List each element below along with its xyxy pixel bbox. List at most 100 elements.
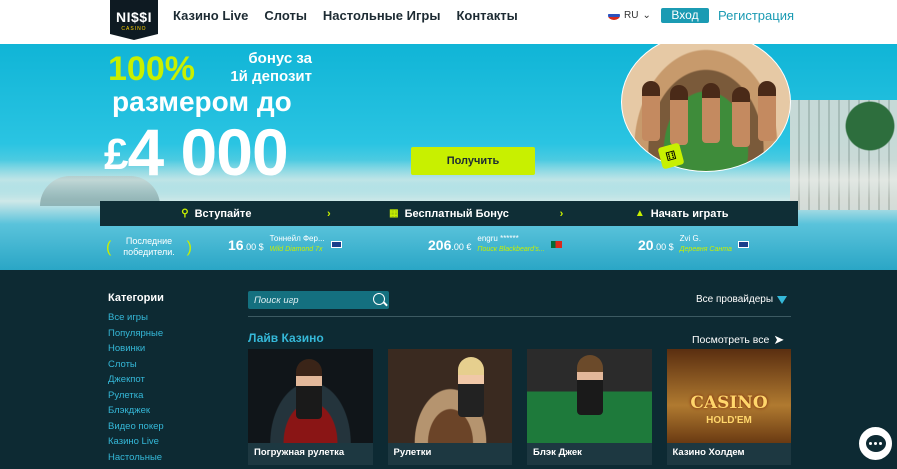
winner-info: engru ****** Поиск Blackbeard's... [477,234,544,255]
language-code: RU [624,10,639,21]
winner-amount-int: 206 [428,236,452,253]
step-start-playing[interactable]: ▲ Начать играть [565,208,798,220]
bonus-percent: 100% [108,50,195,88]
winner-amount-fraction: .00 $ [243,241,264,252]
bonus-line-2: 1й депозит [230,68,312,85]
winner-amount-fraction: .00 € [451,241,472,252]
step-label: Начать играть [650,207,729,220]
winner-amount: 206.00 € [428,237,471,253]
australia-flag-icon [330,241,342,248]
category-jackpot[interactable]: Джекпот [108,372,228,388]
winner-amount-int: 20 [638,236,654,253]
nav-item-slots[interactable]: Слоты [264,8,307,23]
game-card[interactable]: Рулетки [387,349,512,465]
categories-title: Категории [108,292,164,304]
step-label: Бесплатный Бонус [404,207,509,220]
game-card[interactable]: CASINO HOLD'EM Казино Холдем [666,349,791,465]
live-games-row: Погружная рулетка Рулетки Блэк Джек CASI… [248,349,791,465]
game-card[interactable]: Блэк Джек [527,349,652,465]
dealer-figure [457,357,484,417]
logo[interactable]: NI$$I CASINO [110,0,158,40]
steps-bar: ⚲ Вступайте › ▦ Бесплатный Бонус › ▲ Нач… [100,201,798,226]
winners-label-text: Последние победители. [123,236,175,257]
step-free-bonus[interactable]: ▦ Бесплатный Бонус › [333,208,566,220]
divider [248,316,791,317]
step-join[interactable]: ⚲ Вступайте › [100,208,333,220]
category-new[interactable]: Новинки [108,341,228,357]
game-thumbnail: CASINO HOLD'EM [666,349,791,443]
section-title: Лайв Казино [248,331,324,345]
categories-sidebar: Категории Все игры Популярные Новинки Сл… [108,292,228,465]
nav-item-casino-live[interactable]: Казино Live [173,8,248,23]
laurel-right-icon: ) [186,238,192,256]
casino-holdem-art: CASINO [690,393,768,413]
gift-icon: ▦ [389,208,399,219]
recent-winners-label: ( Последние победители. ) [106,232,192,262]
logo-text: NI$$I [116,8,152,25]
step-label: Вступайте [194,207,252,220]
site-header: NI$$I CASINO Казино Live Слоты Настольны… [0,0,897,44]
login-button[interactable]: Вход [661,8,709,23]
winner-name: engru ****** [477,234,519,243]
game-thumbnail [248,349,373,443]
recent-winners: ( Последние победители. ) 16.00 $ Тонней… [100,230,798,264]
chevron-right-icon: › [327,207,331,220]
bonus-amount: £4 000 [104,114,289,190]
winner-amount: 16.00 $ [228,237,264,253]
category-casino-live[interactable]: Казино Live [108,434,228,450]
winner-item[interactable]: 206.00 € engru ****** Поиск Blackbeard's.… [428,234,562,255]
filter-icon [777,295,788,304]
get-bonus-button[interactable]: Получить [411,147,535,175]
winner-game: Wild Diamond 7x [269,246,323,253]
winner-info: Тоннейл Фер... Wild Diamond 7x [270,234,325,255]
chevron-down-icon: ⌄ [642,10,651,21]
category-all-games[interactable]: Все игры [108,310,228,326]
bonus-currency: £ [104,130,129,179]
search-input[interactable] [254,293,364,307]
chat-button[interactable] [857,425,894,462]
dealer-figure [296,359,322,419]
search-icon: ⚲ [181,208,189,219]
winner-name: Тоннейл Фер... [269,234,325,243]
chat-icon [865,435,886,452]
game-card[interactable]: Погружная рулетка [248,349,373,465]
hero-image [621,32,791,172]
see-all-link[interactable]: Посмотреть все ➤ [692,332,784,348]
hero-figure [670,85,688,145]
russia-flag-icon [608,11,620,20]
game-thumbnail [387,349,512,443]
casino-holdem-art-sub: HOLD'EM [706,415,752,426]
winner-game: Поиск Blackbeard's... [477,246,545,253]
search-icon[interactable] [373,293,385,305]
winner-item[interactable]: 16.00 $ Тоннейл Фер... Wild Diamond 7x [228,234,342,255]
game-search [248,291,389,309]
bonus-line-1: бонус за [248,50,312,67]
category-blackjack[interactable]: Блэкджек [108,403,228,419]
providers-filter[interactable]: Все провайдеры [696,294,788,305]
language-selector[interactable]: RU ⌄ [608,10,651,21]
hero-figure [642,81,660,141]
register-link[interactable]: Регистрация [718,8,794,23]
hero-figure [758,81,776,141]
winner-amount-fraction: .00 $ [653,241,674,252]
winner-item[interactable]: 20.00 $ Zvi G. Деревня Санта [638,234,749,255]
chip-icon: ▲ [634,208,645,219]
australia-flag-icon [737,241,749,248]
category-slots[interactable]: Слоты [108,357,228,373]
category-roulette[interactable]: Рулетка [108,388,228,404]
winner-info: Zvi G. Деревня Санта [680,234,732,255]
arrow-right-icon: ➤ [773,332,785,347]
hero-palm [845,90,895,180]
see-all-label: Посмотреть все [692,334,770,346]
game-thumbnail [527,349,652,443]
main-nav: Казино Live Слоты Настольные Игры Контак… [173,8,518,23]
bonus-amount-value: 4 000 [127,115,288,189]
category-popular[interactable]: Популярные [108,326,228,342]
category-video-poker[interactable]: Видео покер [108,419,228,435]
hero-figure [702,83,720,143]
nav-item-contacts[interactable]: Контакты [456,8,517,23]
winner-game: Деревня Санта [679,246,732,253]
game-title: Блэк Джек [533,447,582,458]
category-table[interactable]: Настольные [108,450,228,466]
nav-item-table-games[interactable]: Настольные Игры [323,8,441,23]
